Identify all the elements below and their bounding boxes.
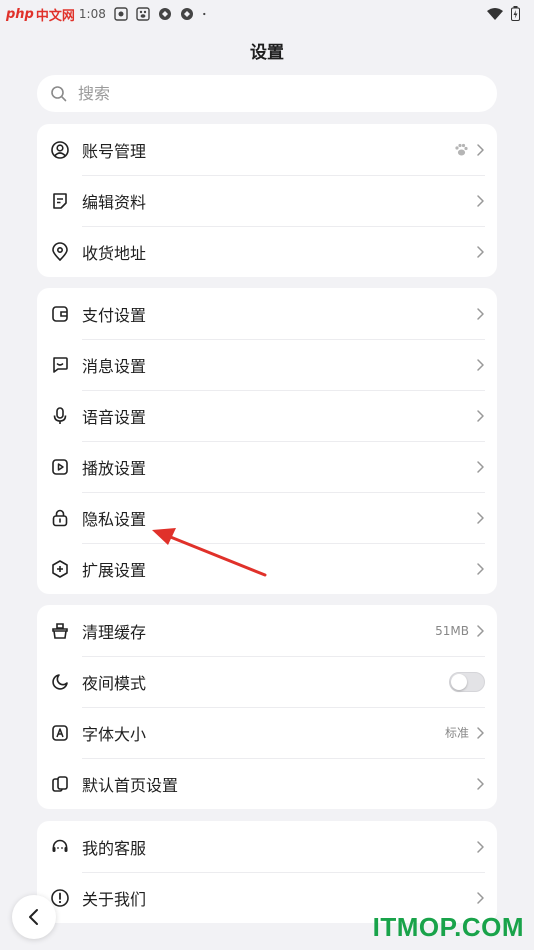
chevron-right-icon: [477, 726, 484, 739]
php-watermark-logo: php 中文网: [6, 6, 75, 24]
search-icon: [51, 85, 67, 101]
info-icon: [51, 888, 69, 907]
settings-item-night-mode: 夜间模式: [37, 656, 497, 707]
settings-item-label: 默认首页设置: [82, 775, 179, 795]
lock-icon: [52, 509, 68, 526]
settings-item-label: 扩展设置: [82, 560, 147, 580]
settings-item-label: 清理缓存: [82, 622, 147, 642]
chevron-right-icon: [477, 624, 484, 637]
battery-icon: [511, 6, 520, 21]
chat-bubble-icon: [53, 356, 68, 373]
settings-group-support: 我的客服 关于我们: [37, 821, 497, 923]
settings-item-address[interactable]: 收货地址: [37, 226, 497, 277]
settings-item-label: 消息设置: [82, 356, 147, 376]
chevron-right-icon: [477, 307, 484, 320]
chevron-right-icon: [477, 840, 484, 853]
search-input[interactable]: [76, 83, 460, 104]
settings-item-label: 夜间模式: [82, 673, 147, 693]
cache-size-value: 51MB: [435, 623, 469, 638]
settings-item-playback[interactable]: 播放设置: [37, 441, 497, 492]
chevron-right-icon: [477, 777, 484, 790]
settings-item-account[interactable]: 账号管理: [37, 124, 497, 175]
settings-item-label: 我的客服: [82, 838, 147, 858]
wallet-icon: [52, 305, 68, 322]
headset-icon: [52, 839, 68, 852]
location-pin-icon: [52, 241, 68, 261]
user-circle-icon: [51, 140, 69, 159]
settings-item-default-home[interactable]: 默认首页设置: [37, 758, 497, 809]
settings-item-customer-service[interactable]: 我的客服: [37, 821, 497, 872]
settings-item-clear-cache[interactable]: 清理缓存 51MB: [37, 605, 497, 656]
night-mode-toggle[interactable]: [449, 671, 485, 692]
chevron-right-icon: [477, 562, 484, 575]
play-icon: [52, 458, 68, 475]
plus-hexagon-icon: [52, 559, 68, 578]
edit-note-icon: [53, 192, 67, 209]
settings-item-label: 账号管理: [82, 141, 147, 161]
chevron-right-icon: [477, 511, 484, 524]
settings-item-label: 播放设置: [82, 458, 147, 478]
microphone-icon: [53, 406, 67, 424]
font-a-icon: [52, 724, 68, 741]
dot-icon: [202, 12, 206, 16]
chevron-right-icon: [477, 194, 484, 207]
baidu-paw-icon: [136, 7, 150, 21]
moon-icon: [52, 673, 68, 690]
settings-item-label: 支付设置: [82, 305, 147, 325]
itmop-watermark: ITMOP.COM: [372, 912, 524, 942]
status-bar: php 中文网 1:08: [0, 0, 534, 28]
settings-item-label: 编辑资料: [82, 192, 147, 212]
broom-icon: [52, 622, 68, 639]
settings-item-label: 字体大小: [82, 724, 147, 744]
chevron-left-icon: [29, 909, 38, 925]
page-title: 设置: [250, 43, 284, 63]
chevron-right-icon: [477, 891, 484, 904]
status-time: 1:08: [78, 7, 106, 21]
settings-group-general: 清理缓存 51MB 夜间模式 字体大小 标准 默认首页设置: [37, 605, 497, 809]
chevron-right-icon: [477, 460, 484, 473]
toggle-knob: [451, 673, 467, 690]
chevron-right-icon: [477, 409, 484, 422]
app-icon: [180, 8, 193, 20]
app-icon: [158, 8, 171, 20]
settings-group-preferences: 支付设置 消息设置 语音设置 播放设置 隐私设置 扩展设置: [37, 288, 497, 594]
settings-item-font-size[interactable]: 字体大小 标准: [37, 707, 497, 758]
settings-item-voice[interactable]: 语音设置: [37, 390, 497, 441]
settings-item-payment[interactable]: 支付设置: [37, 288, 497, 339]
chevron-right-icon: [477, 358, 484, 371]
album-icon: [114, 7, 128, 21]
settings-item-message[interactable]: 消息设置: [37, 339, 497, 390]
home-pages-icon: [52, 775, 68, 792]
font-size-value: 标准: [444, 726, 469, 740]
settings-item-extension[interactable]: 扩展设置: [37, 543, 497, 594]
wifi-icon: [487, 7, 503, 20]
settings-group-account: 账号管理 编辑资料 收货地址: [37, 124, 497, 277]
settings-item-label: 语音设置: [82, 407, 147, 427]
settings-item-label: 关于我们: [82, 889, 147, 909]
settings-item-privacy[interactable]: 隐私设置: [37, 492, 497, 543]
back-button[interactable]: [12, 895, 56, 939]
search-bar[interactable]: [37, 75, 497, 112]
chevron-right-icon: [477, 245, 484, 258]
chevron-right-icon: [477, 143, 484, 156]
paw-icon: [455, 143, 468, 155]
settings-item-edit-profile[interactable]: 编辑资料: [37, 175, 497, 226]
settings-item-label: 收货地址: [82, 243, 147, 263]
settings-item-label: 隐私设置: [82, 509, 147, 529]
